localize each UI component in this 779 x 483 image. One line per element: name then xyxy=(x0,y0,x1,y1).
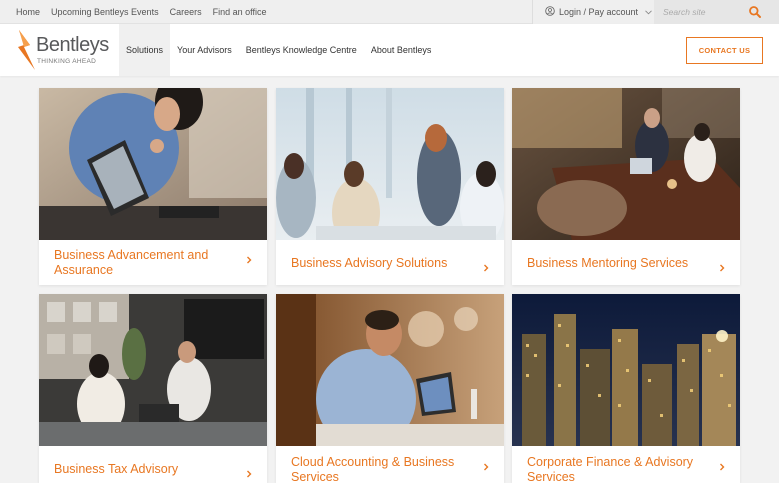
card-image-city-night xyxy=(512,294,740,446)
utility-link-events[interactable]: Upcoming Bentleys Events xyxy=(51,7,159,17)
card-title: Business Mentoring Services xyxy=(527,256,689,270)
nav-item-your-advisors[interactable]: Your Advisors xyxy=(170,24,239,76)
utility-link-careers[interactable]: Careers xyxy=(170,7,202,17)
card-image-lounge-meeting xyxy=(512,88,740,240)
card-title: Cloud Accounting & Business Services xyxy=(291,455,455,483)
solution-card-business-advisory[interactable]: Business Advisory Solutions xyxy=(276,88,504,285)
card-title: Business Advisory Solutions xyxy=(291,256,448,270)
card-title: Business Tax Advisory xyxy=(54,462,179,476)
contact-us-button[interactable]: CONTACT US xyxy=(686,37,763,64)
nav-item-about[interactable]: About Bentleys xyxy=(364,24,439,76)
nav-item-solutions[interactable]: Solutions xyxy=(119,24,171,76)
solution-card-corporate-finance[interactable]: Corporate Finance & Advisory Services xyxy=(512,294,740,483)
card-image-tax-meeting xyxy=(39,294,267,446)
login-menu[interactable]: Login / Pay account xyxy=(532,0,654,24)
login-label: Login / Pay account xyxy=(559,7,639,17)
solution-card-business-advancement[interactable]: Business Advancement and Assurance xyxy=(39,88,267,285)
solution-card-cloud-accounting[interactable]: Cloud Accounting & Business Services xyxy=(276,294,504,483)
card-image-man-laptop xyxy=(276,294,504,446)
main-nav: Solutions Your Advisors Bentleys Knowled… xyxy=(119,24,438,76)
utility-links: Home Upcoming Bentleys Events Careers Fi… xyxy=(16,0,266,24)
chevron-right-icon xyxy=(245,251,253,264)
card-title: Corporate Finance & Advisory Services xyxy=(527,455,694,483)
search-input[interactable] xyxy=(663,7,751,17)
chevron-right-icon xyxy=(482,458,490,471)
card-image-office-meeting xyxy=(276,88,504,240)
solutions-grid: Business Advancement and Assurance Busin… xyxy=(0,76,779,483)
bentleys-logo[interactable]: Bentleys THINKING AHEAD xyxy=(16,28,116,72)
utility-link-find-office[interactable]: Find an office xyxy=(213,7,267,17)
search-icon[interactable] xyxy=(748,5,762,19)
card-image-woman-tablet xyxy=(39,88,267,240)
solution-card-business-mentoring[interactable]: Business Mentoring Services xyxy=(512,88,740,285)
nav-item-knowledge-centre[interactable]: Bentleys Knowledge Centre xyxy=(239,24,364,76)
chevron-right-icon xyxy=(718,259,726,272)
chevron-down-icon xyxy=(645,8,652,17)
chevron-right-icon xyxy=(718,458,726,471)
solution-card-business-tax[interactable]: Business Tax Advisory xyxy=(39,294,267,483)
bentleys-logo-mark-icon xyxy=(18,30,35,70)
user-circle-icon xyxy=(545,6,555,18)
logo-wordmark: Bentleys xyxy=(36,34,109,56)
logo-tagline: THINKING AHEAD xyxy=(37,58,97,65)
search-box xyxy=(654,0,779,24)
utility-bar: Home Upcoming Bentleys Events Careers Fi… xyxy=(0,0,779,24)
card-title: Business Advancement and Assurance xyxy=(54,248,209,277)
chevron-right-icon xyxy=(482,259,490,272)
main-header: Bentleys THINKING AHEAD Solutions Your A… xyxy=(0,24,779,76)
utility-link-home[interactable]: Home xyxy=(16,7,40,17)
chevron-right-icon xyxy=(245,465,253,478)
